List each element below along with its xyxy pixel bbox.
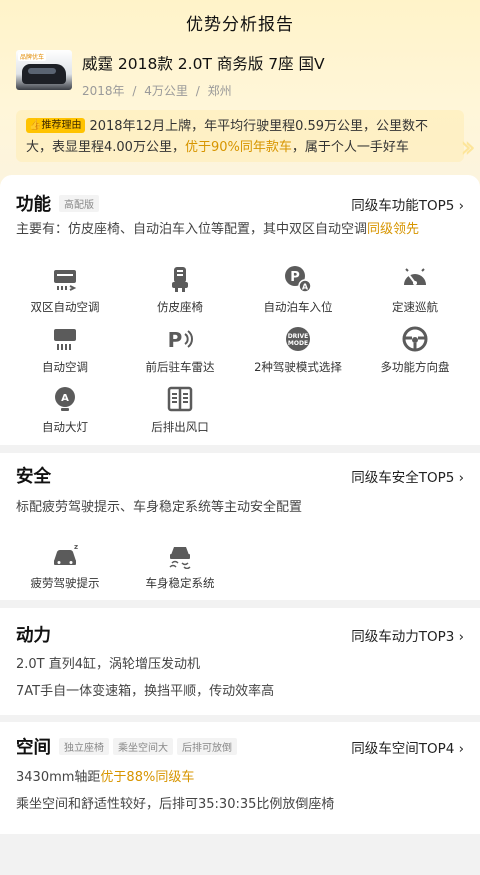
car-meta: 2018年 / 4万公里 / 郑州 — [82, 84, 232, 98]
feature-drive-mode[interactable]: DRIVE MODE 2种驾驶模式选择 — [238, 325, 358, 375]
svg-text:P: P — [290, 270, 300, 285]
function-title: 功能 — [16, 194, 51, 215]
space-tag-2: 乘坐空间大 — [113, 737, 173, 755]
feature-cruise-control[interactable]: 定速巡航 — [355, 265, 475, 315]
leather-seat-icon — [172, 267, 188, 292]
function-top-link[interactable]: 同级车功能TOP5 › — [351, 194, 464, 214]
stability-control-icon — [169, 547, 191, 569]
feature-parking-radar[interactable]: P 前后驻车雷达 — [120, 325, 240, 375]
svg-text:A: A — [61, 393, 69, 404]
page-title: 优势分析报告 — [186, 15, 294, 35]
power-top-link[interactable]: 同级车动力TOP3 › — [351, 625, 464, 645]
feature-leather-seat[interactable]: 仿皮座椅 — [120, 265, 240, 315]
reason-highlight: 优于90%同年款车 — [184, 140, 292, 155]
car-name: 威霆 2018款 2.0T 商务版 7座 国V — [82, 55, 325, 73]
feature-stability-control[interactable]: 车身稳定系统 — [120, 541, 240, 591]
safety-section: 安全 同级车安全TOP5 › 标配疲劳驾驶提示、车身稳定系统等主动安全配置 z … — [0, 453, 480, 600]
thumbs-up-icon: 👍 — [29, 120, 42, 131]
dual-zone-ac-icon — [54, 270, 77, 291]
feature-auto-parking[interactable]: P A 自动泊车入位 — [238, 265, 358, 315]
space-title: 空间 — [16, 737, 51, 758]
feature-auto-headlight[interactable]: A 自动大灯 — [5, 385, 125, 435]
power-section: 动力 同级车动力TOP3 › 2.0T 直列4缸，涡轮增压发动机 7AT手自一体… — [0, 608, 480, 715]
cruise-control-icon — [404, 268, 426, 285]
auto-headlight-icon: A — [55, 387, 75, 411]
svg-text:z: z — [74, 543, 78, 551]
recommend-badge: 👍推荐理由 — [26, 118, 86, 133]
feature-fatigue-warning[interactable]: z 疲劳驾驶提示 — [5, 541, 125, 591]
svg-text:DRIVE: DRIVE — [288, 333, 309, 340]
feature-dual-zone-ac[interactable]: 双区自动空调 — [5, 265, 125, 315]
auto-ac-icon — [54, 329, 76, 350]
safety-title: 安全 — [16, 466, 51, 487]
rear-vent-icon — [167, 386, 193, 412]
space-tag-1: 独立座椅 — [59, 737, 109, 755]
space-wheelbase: 3430mm轴距优于88%同级车 — [16, 770, 195, 785]
power-transmission: 7AT手自一体变速箱，换挡平顺，传动效率高 — [16, 684, 275, 699]
van-image — [22, 64, 66, 84]
auto-parking-icon: P A — [285, 266, 312, 293]
function-section: 功能 高配版 同级车功能TOP5 › 主要有：仿皮座椅、自动泊车入位等配置，其中… — [0, 175, 480, 445]
space-seat-desc: 乘坐空间和舒适性较好，后排可35:30:35比例放倒座椅 — [16, 797, 335, 812]
svg-text:A: A — [302, 283, 309, 292]
feature-auto-ac[interactable]: 自动空调 — [5, 325, 125, 375]
recommend-reason: 👍推荐理由 2018年12月上牌，年平均行驶里程0.59万公里，公里数不大，表显里… — [16, 110, 464, 162]
drive-mode-icon: DRIVE MODE — [286, 327, 310, 351]
power-title: 动力 — [16, 625, 51, 646]
steering-wheel-icon — [402, 326, 428, 352]
car-year: 2018年 — [82, 84, 125, 98]
space-section: 空间 独立座椅 乘坐空间大 后排可放倒 同级车空间TOP4 › 3430mm轴距… — [0, 722, 480, 834]
thumb-brand-label: 品牌优车 — [18, 52, 47, 61]
space-top-link[interactable]: 同级车空间TOP4 › — [351, 737, 464, 757]
fatigue-warning-icon: z — [54, 543, 78, 565]
function-desc: 主要有：仿皮座椅、自动泊车入位等配置，其中双区自动空调同级领先 — [16, 222, 420, 237]
power-engine: 2.0T 直列4缸，涡轮增压发动机 — [16, 657, 201, 672]
car-mileage: 4万公里 — [144, 84, 188, 98]
parking-radar-icon: P — [168, 328, 193, 352]
svg-text:P: P — [168, 328, 183, 352]
feature-rear-vent[interactable]: 后排出风口 — [120, 385, 240, 435]
car-city: 郑州 — [207, 84, 232, 98]
svg-text:MODE: MODE — [288, 340, 308, 347]
feature-steering-wheel[interactable]: 多功能方向盘 — [355, 325, 475, 375]
car-thumbnail: 品牌优车 — [16, 50, 72, 90]
car-summary[interactable]: 品牌优车 威霆 2018款 2.0T 商务版 7座 国V 2018年 / 4万公… — [16, 50, 325, 99]
function-tag: 高配版 — [59, 194, 99, 212]
space-tag-3: 后排可放倒 — [177, 737, 237, 755]
safety-top-link[interactable]: 同级车安全TOP5 › — [351, 466, 464, 486]
chevron-decoration-icon: ›› — [460, 130, 476, 165]
safety-desc: 标配疲劳驾驶提示、车身稳定系统等主动安全配置 — [16, 500, 303, 515]
